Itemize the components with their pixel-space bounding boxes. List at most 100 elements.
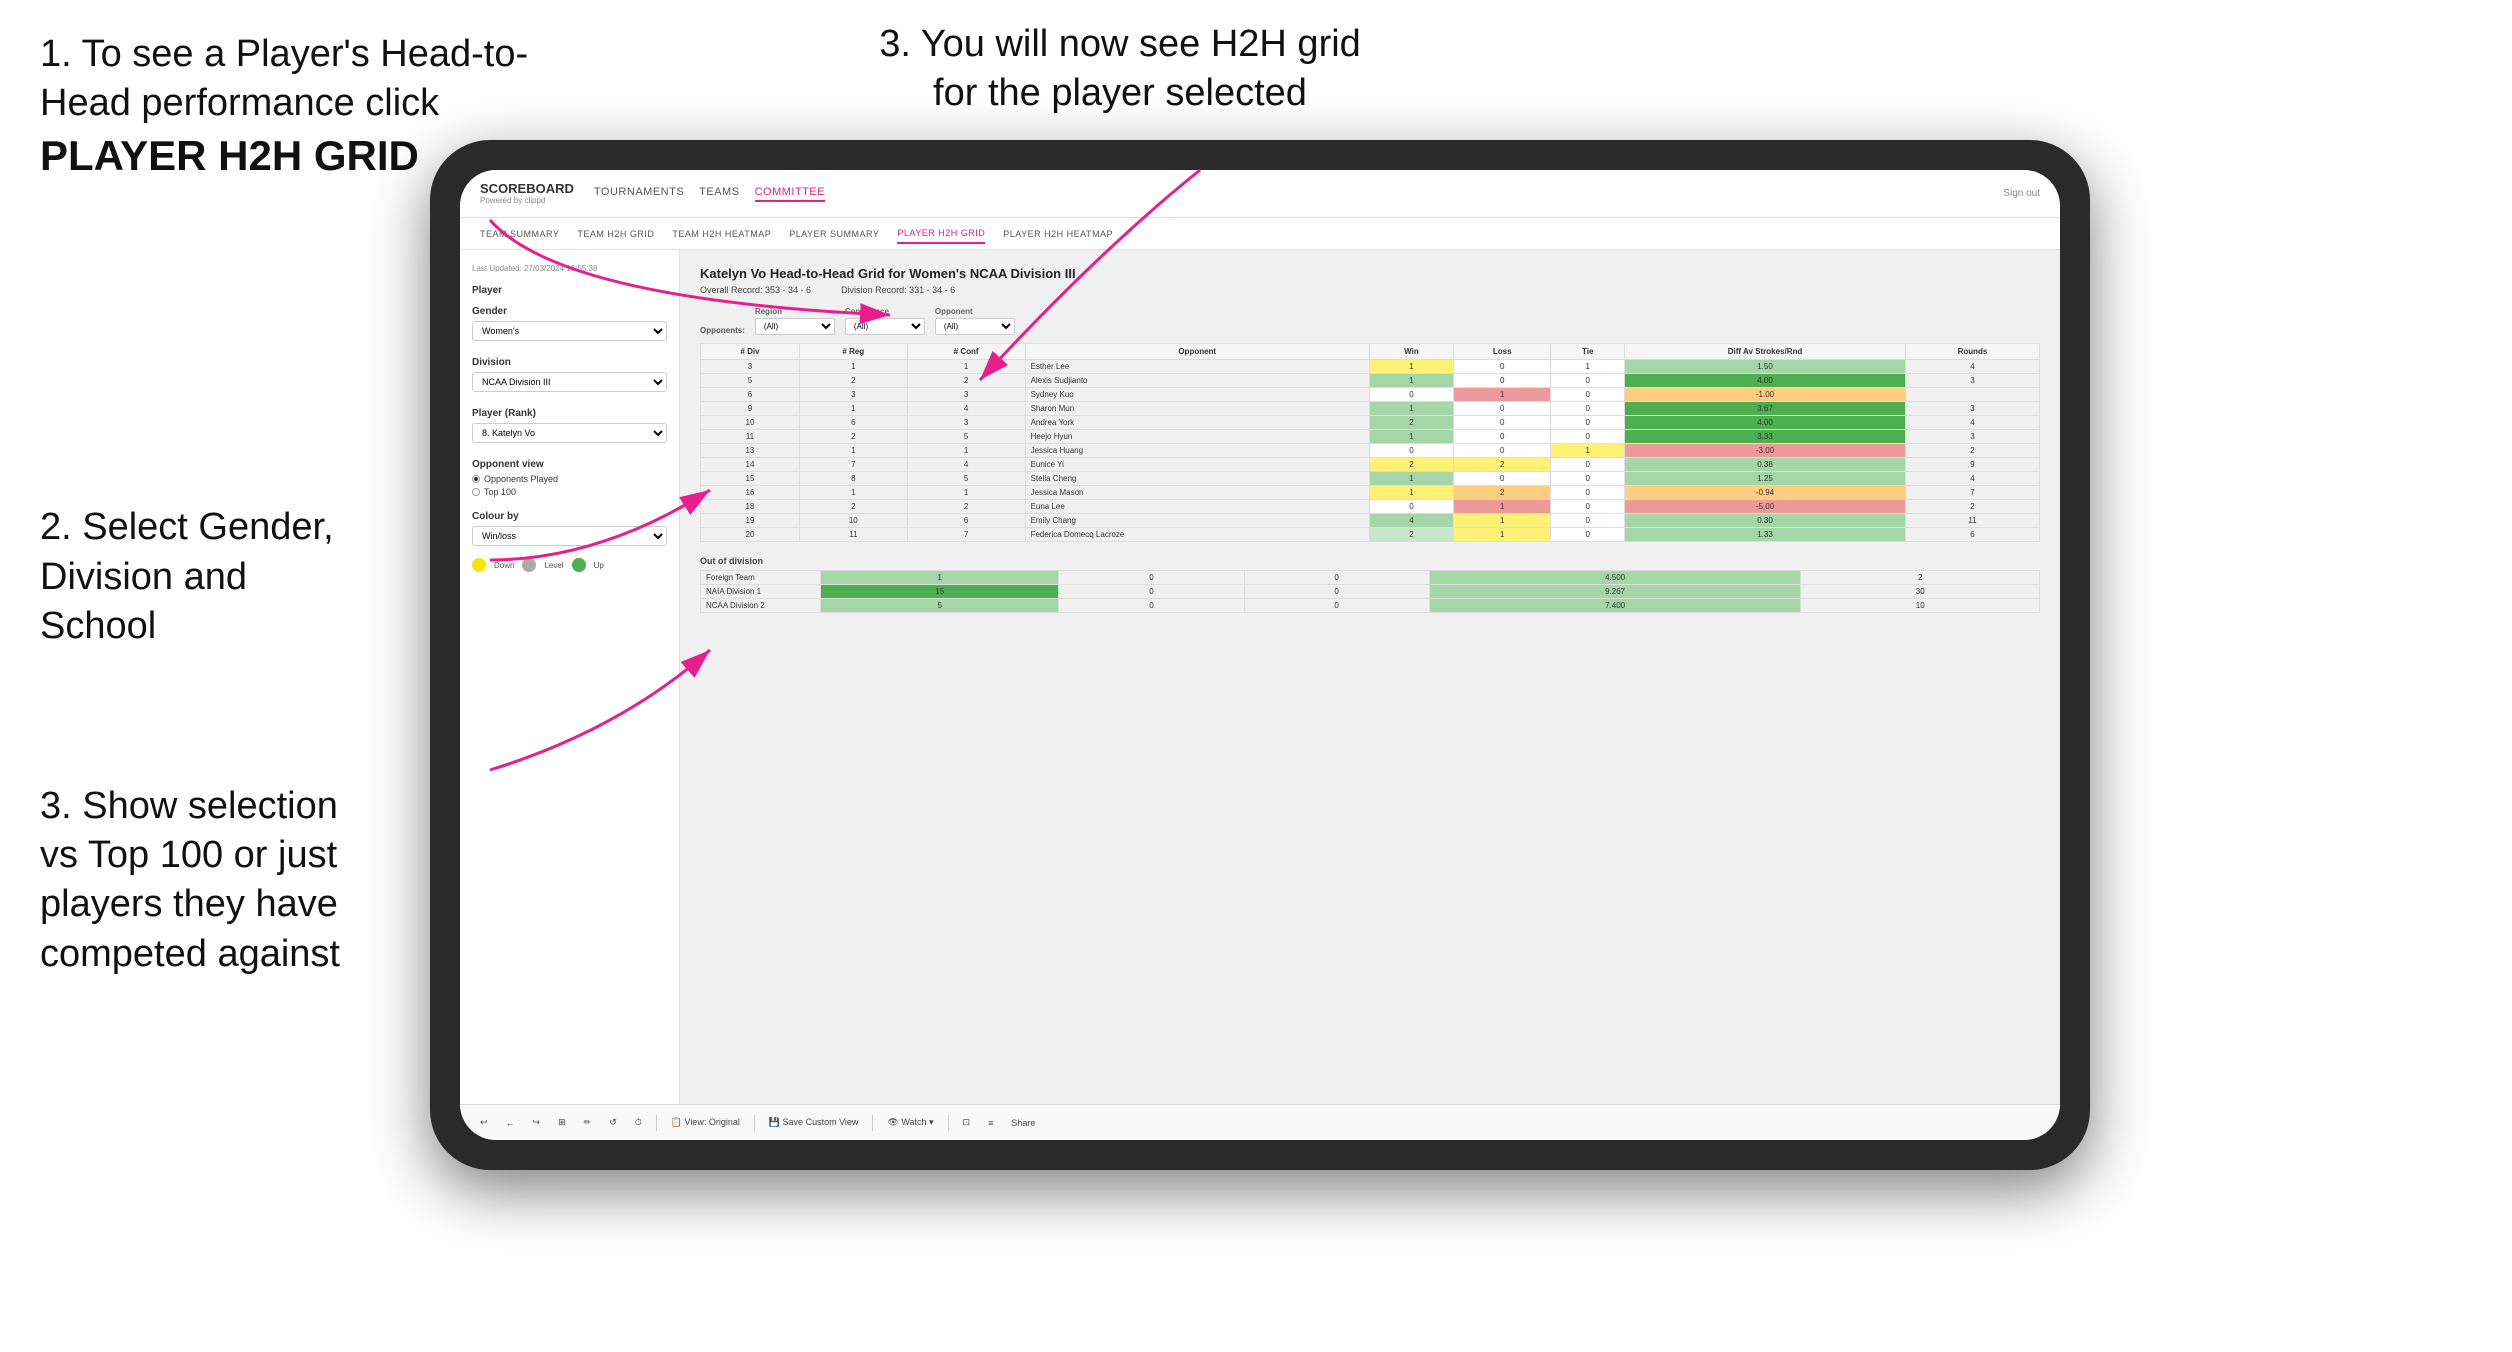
cell-opponent: Stella Cheng	[1025, 472, 1369, 486]
colour-by-select[interactable]: Win/loss	[472, 526, 667, 546]
region-label: Region	[755, 307, 835, 316]
cell-div: 10	[701, 416, 800, 430]
ood-rounds: 2	[1801, 571, 2040, 585]
nav-tournaments[interactable]: TOURNAMENTS	[594, 186, 684, 202]
cell-loss: 0	[1453, 472, 1550, 486]
content-area: Katelyn Vo Head-to-Head Grid for Women's…	[680, 250, 2060, 1104]
cell-rounds: 4	[1905, 416, 2039, 430]
subnav-team-h2h-heatmap[interactable]: TEAM H2H HEATMAP	[672, 225, 771, 243]
ood-table-row: NCAA Division 2 5 0 0 7.400 10	[701, 599, 2040, 613]
region-select[interactable]: (All)	[755, 318, 835, 335]
subnav-player-h2h-heatmap[interactable]: PLAYER H2H HEATMAP	[1003, 225, 1113, 243]
ood-diff: 7.400	[1429, 599, 1801, 613]
nav-committee[interactable]: COMMITTEE	[755, 186, 826, 202]
th-loss: Loss	[1453, 344, 1550, 360]
radio-top100[interactable]: Top 100	[472, 487, 667, 497]
toolbar-grid[interactable]: ⊞	[554, 1115, 570, 1130]
ood-tie: 0	[1244, 599, 1429, 613]
colour-label-up: Up	[594, 561, 604, 570]
colour-dot-down	[472, 558, 486, 572]
cell-diff: -3.00	[1625, 444, 1906, 458]
subnav-player-summary[interactable]: PLAYER SUMMARY	[789, 225, 879, 243]
nav-teams[interactable]: TEAMS	[699, 186, 739, 202]
toolbar-back[interactable]: ←	[502, 1116, 519, 1130]
opponent-select[interactable]: (All)	[935, 318, 1015, 335]
ood-loss: 0	[1059, 585, 1244, 599]
toolbar-save-custom-view[interactable]: 💾 Save Custom View	[765, 1115, 863, 1130]
cell-div: 9	[701, 402, 800, 416]
radio-opponents-played[interactable]: Opponents Played	[472, 474, 667, 484]
cell-tie: 1	[1551, 360, 1625, 374]
gender-select[interactable]: Women's	[472, 321, 667, 341]
top-right-text: 3. You will now see H2H grid for the pla…	[870, 20, 1370, 119]
ood-win: 5	[821, 599, 1059, 613]
overall-record: Overall Record: 353 - 34 - 6	[700, 285, 811, 295]
cell-reg: 10	[799, 514, 907, 528]
cell-tie: 0	[1551, 486, 1625, 500]
h2h-title: Katelyn Vo Head-to-Head Grid for Women's…	[700, 266, 2040, 281]
subnav-team-h2h-grid[interactable]: TEAM H2H GRID	[577, 225, 654, 243]
cell-diff: 0.38	[1625, 458, 1906, 472]
cell-conf: 1	[907, 360, 1025, 374]
player-rank-select[interactable]: 8. Katelyn Vo	[472, 423, 667, 443]
cell-conf: 5	[907, 472, 1025, 486]
nav-right: Sign out	[2003, 188, 2040, 199]
table-row: 13 1 1 Jessica Huang 0 0 1 -3.00 2	[701, 444, 2040, 458]
table-row: 16 1 1 Jessica Mason 1 2 0 -0.94 7	[701, 486, 2040, 500]
toolbar-sep1	[656, 1115, 657, 1131]
cell-rounds: 3	[1905, 430, 2039, 444]
toolbar-share[interactable]: Share	[1007, 1116, 1039, 1130]
radio-dot-opponents	[472, 475, 480, 483]
conference-label: Conference	[845, 307, 925, 316]
toolbar-menu[interactable]: ≡	[984, 1116, 997, 1130]
ood-win: 1	[821, 571, 1059, 585]
inst1-bold: PLAYER H2H GRID	[40, 132, 419, 179]
ood-loss: 0	[1059, 571, 1244, 585]
cell-div: 14	[701, 458, 800, 472]
ood-table-row: NAIA Division 1 15 0 0 9.267 30	[701, 585, 2040, 599]
toolbar-refresh[interactable]: ↺	[605, 1115, 621, 1130]
table-row: 14 7 4 Eunice Yi 2 2 0 0.38 9	[701, 458, 2040, 472]
table-row: 15 8 5 Stella Cheng 1 0 0 1.25 4	[701, 472, 2040, 486]
tablet: SCOREBOARD Powered by clippd TOURNAMENTS…	[430, 140, 2090, 1170]
cell-loss: 1	[1453, 514, 1550, 528]
toolbar-timer[interactable]: ⏱	[631, 1115, 646, 1130]
tablet-screen: SCOREBOARD Powered by clippd TOURNAMENTS…	[460, 170, 2060, 1140]
cell-div: 5	[701, 374, 800, 388]
toolbar-redo[interactable]: ↪	[529, 1115, 545, 1130]
cell-diff: 1.33	[1625, 528, 1906, 542]
colour-label-down: Down	[494, 561, 514, 570]
cell-diff: 1.50	[1625, 360, 1906, 374]
cell-diff: 3.33	[1625, 430, 1906, 444]
cell-conf: 5	[907, 430, 1025, 444]
subnav-team-summary[interactable]: TEAM SUMMARY	[480, 225, 559, 243]
subnav-player-h2h-grid[interactable]: PLAYER H2H GRID	[897, 224, 985, 244]
toolbar-layout[interactable]: ⊡	[959, 1115, 975, 1130]
cell-rounds: 3	[1905, 402, 2039, 416]
h2h-records: Overall Record: 353 - 34 - 6 Division Re…	[700, 285, 2040, 295]
th-diff: Diff Av Strokes/Rnd	[1625, 344, 1906, 360]
cell-diff: 1.25	[1625, 472, 1906, 486]
th-conf: # Conf	[907, 344, 1025, 360]
radio-label-opponents: Opponents Played	[484, 474, 558, 484]
cell-rounds: 3	[1905, 374, 2039, 388]
cell-reg: 8	[799, 472, 907, 486]
cell-tie: 0	[1551, 500, 1625, 514]
cell-div: 16	[701, 486, 800, 500]
toolbar-view-original[interactable]: 📋 View: Original	[667, 1115, 744, 1130]
cell-conf: 1	[907, 444, 1025, 458]
cell-opponent: Heejo Hyun	[1025, 430, 1369, 444]
cell-conf: 1	[907, 486, 1025, 500]
sign-out-link[interactable]: Sign out	[2003, 188, 2040, 199]
toolbar-undo[interactable]: ↩	[476, 1115, 492, 1130]
toolbar-edit[interactable]: ✏	[580, 1115, 596, 1130]
toolbar-sep3	[872, 1115, 873, 1131]
conference-select[interactable]: (All)	[845, 318, 925, 335]
th-tie: Tie	[1551, 344, 1625, 360]
cell-opponent: Federica Domecq Lacroze	[1025, 528, 1369, 542]
navbar: SCOREBOARD Powered by clippd TOURNAMENTS…	[460, 170, 2060, 218]
toolbar-watch[interactable]: 👁 Watch ▾	[883, 1115, 937, 1130]
opponent-view-section: Opponent view Opponents Played Top 100	[472, 459, 667, 497]
division-select[interactable]: NCAA Division III	[472, 372, 667, 392]
ood-table: Foreign Team 1 0 0 4.500 2 NAIA Division…	[700, 570, 2040, 613]
